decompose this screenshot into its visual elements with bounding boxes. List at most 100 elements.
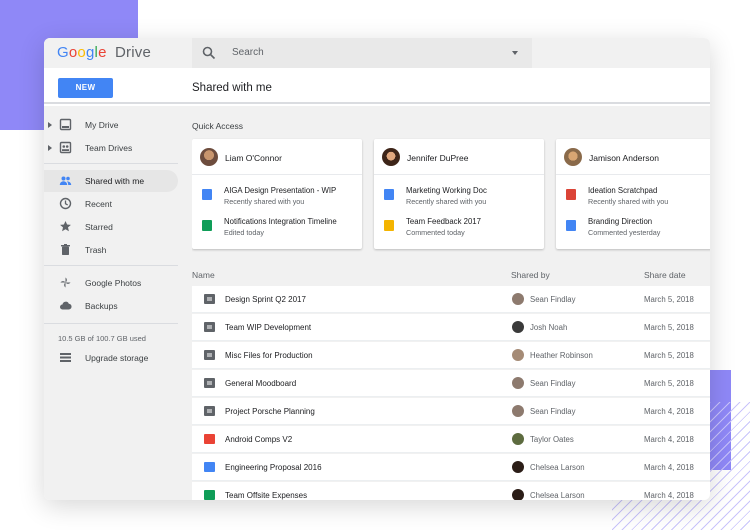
share-date: March 4, 2018 — [644, 435, 694, 444]
upgrade-storage-label: Upgrade storage — [85, 353, 149, 363]
file-title: Ideation Scratchpad — [588, 186, 658, 195]
owner-name: Liam O'Connor — [225, 153, 282, 163]
new-button[interactable]: NEW — [58, 78, 113, 98]
quick-access-card[interactable]: Jamison Anderson Ideation Scratchpad Rec… — [556, 139, 710, 249]
sidebar-item-trash[interactable]: Trash — [44, 239, 178, 261]
storage-list-icon — [60, 353, 71, 362]
sidebar-item-shared-with-me[interactable]: Shared with me — [44, 170, 178, 192]
avatar — [512, 321, 524, 333]
sidebar-item-label: Team Drives — [85, 143, 133, 153]
people-icon — [59, 176, 72, 185]
quick-access-title: Quick Access — [192, 121, 244, 131]
shared-by: Sean Findlay — [530, 295, 576, 304]
shared-by: Sean Findlay — [530, 407, 576, 416]
file-activity: Commented yesterday — [588, 228, 661, 237]
quick-access-card[interactable]: Jennifer DuPree Marketing Working Doc Re… — [374, 139, 544, 249]
quick-access-file[interactable]: Marketing Working Doc Recently shared wi… — [384, 186, 542, 208]
file-name: Team Offsite Expenses — [225, 491, 308, 500]
file-activity: Edited today — [224, 228, 264, 237]
top-bar: Google Drive Search — [44, 38, 710, 68]
shared-by: Chelsea Larson — [530, 491, 585, 500]
file-name: Misc Files for Production — [225, 351, 313, 360]
clock-icon — [59, 197, 72, 210]
sidebar-item-label: Recent — [85, 199, 112, 209]
google-drive-logo[interactable]: Google Drive — [57, 44, 151, 61]
shared-by: Chelsea Larson — [530, 463, 585, 472]
storage-usage: 10.5 GB of 100.7 GB used — [58, 334, 146, 343]
avatar — [512, 377, 524, 389]
file-title: Notifications Integration Timeline — [224, 217, 337, 226]
sidebar-item-label: Google Photos — [85, 278, 142, 288]
column-name[interactable]: Name — [192, 270, 215, 280]
file-activity: Commented today — [406, 228, 465, 237]
search-bar[interactable]: Search — [192, 38, 532, 68]
file-name: Engineering Proposal 2016 — [225, 463, 322, 472]
sidebar-item-recent[interactable]: Recent — [44, 193, 178, 215]
main-content: Quick Access Liam O'Connor AIGA Design P… — [192, 106, 710, 500]
search-options-chevron-down-icon[interactable] — [512, 51, 518, 55]
file-activity: Recently shared with you — [406, 197, 487, 206]
sidebar-item-label: Shared with me — [85, 176, 145, 186]
file-activity: Recently shared with you — [588, 197, 669, 206]
sidebar-item-label: Backups — [85, 301, 118, 311]
header-row: NEW Shared with me — [44, 68, 710, 104]
file-activity: Recently shared with you — [224, 197, 305, 206]
quick-access-file[interactable]: Ideation Scratchpad Recently shared with… — [566, 186, 710, 208]
share-date: March 4, 2018 — [644, 463, 694, 472]
upgrade-storage-button[interactable]: Upgrade storage — [44, 347, 178, 369]
table-row[interactable]: Design Sprint Q2 2017 Sean Findlay March… — [192, 286, 710, 313]
sidebar-divider — [44, 163, 178, 164]
table-row[interactable]: Project Porsche Planning Sean Findlay Ma… — [192, 398, 710, 425]
quick-access-file[interactable]: Team Feedback 2017 Commented today — [384, 217, 542, 239]
table-row[interactable]: Engineering Proposal 2016 Chelsea Larson… — [192, 454, 710, 481]
table-row[interactable]: Android Comps V2 Taylor Oates March 4, 2… — [192, 426, 710, 453]
share-date: March 5, 2018 — [644, 323, 694, 332]
sidebar-item-starred[interactable]: Starred — [44, 216, 178, 238]
column-share-date[interactable]: Share date — [644, 270, 686, 280]
sidebar-item-my-drive[interactable]: My Drive — [44, 114, 178, 136]
sheet-icon — [204, 490, 215, 500]
quick-access-file[interactable]: Notifications Integration Timeline Edite… — [202, 217, 360, 239]
table-row[interactable]: Team Offsite Expenses Chelsea Larson Mar… — [192, 482, 710, 500]
trash-icon — [61, 244, 70, 255]
slides-icon — [384, 220, 394, 231]
card-divider — [192, 174, 362, 175]
shared-by: Taylor Oates — [530, 435, 574, 444]
sidebar-divider — [44, 265, 178, 266]
shared-folder-icon — [204, 294, 215, 304]
owner-name: Jamison Anderson — [589, 153, 659, 163]
avatar — [512, 489, 524, 500]
doc-icon — [204, 462, 215, 472]
file-title: Marketing Working Doc — [406, 186, 487, 195]
drive-window: Google Drive Search NEW Shared with me M… — [44, 38, 710, 500]
sidebar-item-team-drives[interactable]: Team Drives — [44, 137, 178, 159]
share-date: March 5, 2018 — [644, 351, 694, 360]
table-row[interactable]: General Moodboard Sean Findlay March 5, … — [192, 370, 710, 397]
quick-access-file[interactable]: AIGA Design Presentation - WIP Recently … — [202, 186, 360, 208]
doc-icon — [384, 189, 394, 200]
expand-arrow-icon[interactable] — [48, 122, 52, 128]
file-list-header: Name Shared by Share date — [192, 266, 710, 286]
logo-drive-text: Drive — [114, 44, 151, 61]
pinwheel-icon — [60, 277, 71, 288]
table-row[interactable]: Team WIP Development Josh Noah March 5, … — [192, 314, 710, 341]
card-divider — [556, 174, 710, 175]
search-input[interactable]: Search — [232, 47, 264, 58]
owner-name: Jennifer DuPree — [407, 153, 469, 163]
table-row[interactable]: Misc Files for Production Heather Robins… — [192, 342, 710, 369]
sidebar-item-label: Trash — [85, 245, 107, 255]
star-icon — [60, 221, 71, 232]
sidebar-item-label: Starred — [85, 222, 113, 232]
sheet-icon — [202, 220, 212, 231]
file-title: AIGA Design Presentation - WIP — [224, 186, 337, 195]
sidebar-item-backups[interactable]: Backups — [44, 295, 178, 317]
sidebar-item-google-photos[interactable]: Google Photos — [44, 272, 178, 294]
column-shared-by[interactable]: Shared by — [511, 270, 550, 280]
quick-access-file[interactable]: Branding Direction Commented yesterday — [566, 217, 710, 239]
logo-google-wordmark: Google — [57, 44, 107, 61]
expand-arrow-icon[interactable] — [48, 145, 52, 151]
quick-access-card[interactable]: Liam O'Connor AIGA Design Presentation -… — [192, 139, 362, 249]
sidebar-item-label: My Drive — [85, 120, 119, 130]
file-name: Android Comps V2 — [225, 435, 293, 444]
shared-by: Sean Findlay — [530, 379, 576, 388]
